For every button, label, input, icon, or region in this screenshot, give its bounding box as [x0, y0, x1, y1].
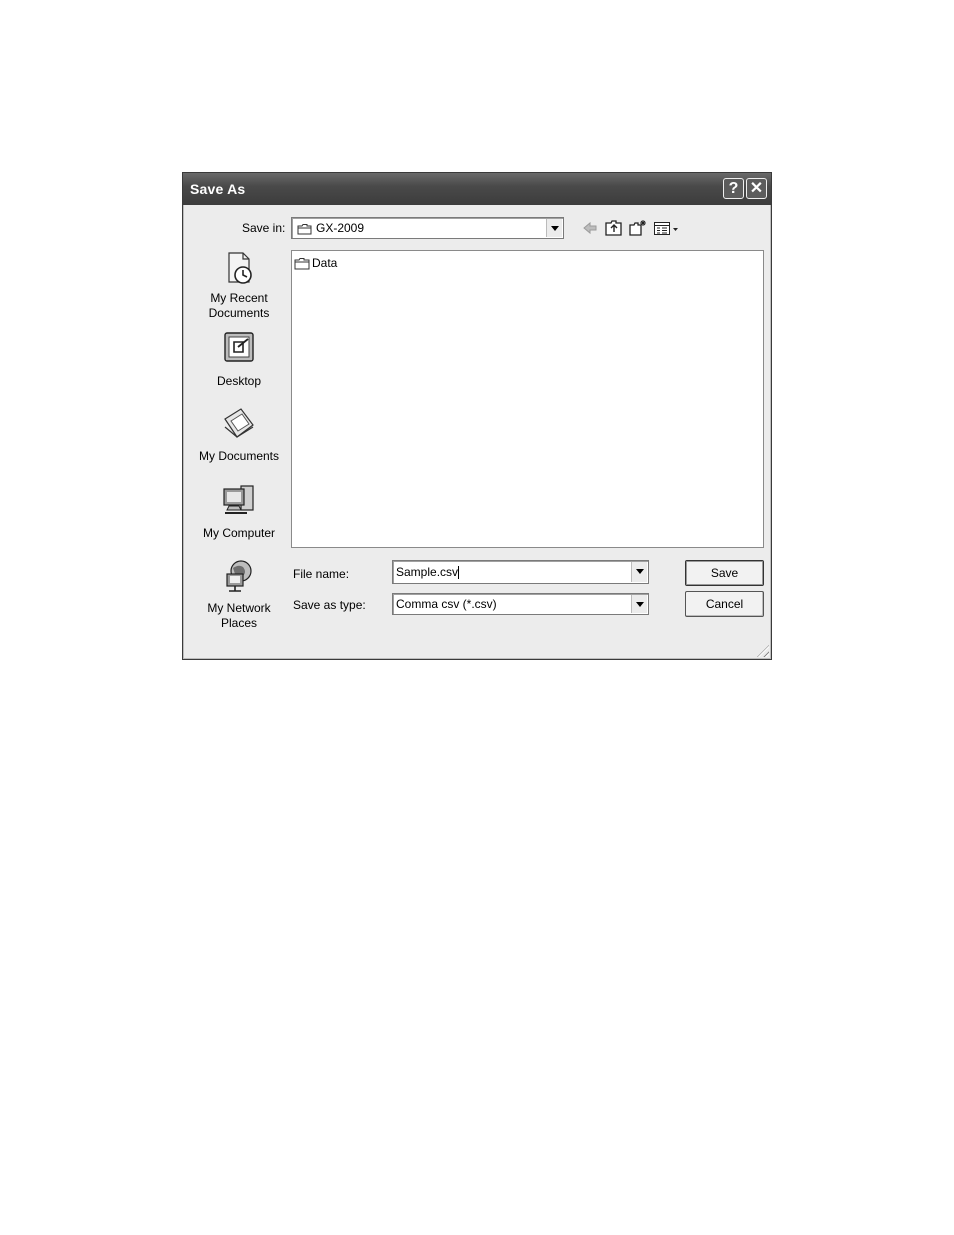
folder-icon — [297, 224, 312, 235]
save-as-type-dropdown[interactable]: Comma csv (*.csv) — [392, 593, 649, 615]
my-documents-icon — [224, 408, 254, 438]
save-as-type-label: Save as type: — [293, 598, 366, 612]
file-list[interactable]: Data — [291, 250, 764, 548]
save-button[interactable]: Save — [685, 560, 764, 586]
save-in-dropdown[interactable]: GX-2009 — [291, 217, 564, 239]
chevron-down-icon[interactable] — [631, 562, 647, 582]
place-label: Desktop — [216, 374, 262, 388]
back-arrow-icon[interactable] — [581, 219, 599, 237]
place-desktop[interactable]: Desktop — [191, 330, 287, 389]
place-my-recent-documents[interactable]: My Recent Documents — [191, 250, 287, 321]
file-name: Data — [312, 256, 338, 270]
help-button[interactable]: ? — [723, 178, 744, 199]
title-bar[interactable]: Save As ? ✕ — [183, 173, 771, 205]
my-computer-icon — [223, 485, 254, 514]
place-my-computer[interactable]: My Computer — [191, 482, 287, 541]
list-item[interactable]: Data — [294, 256, 337, 270]
close-button[interactable]: ✕ — [746, 178, 767, 199]
file-name-label: File name: — [293, 567, 350, 581]
file-name-field[interactable]: Sample.csv — [392, 560, 649, 584]
resize-grip[interactable] — [757, 645, 769, 657]
save-in-value: GX-2009 — [316, 221, 365, 235]
place-label: My Computer — [202, 526, 276, 540]
place-label: My Recent Documents — [208, 291, 270, 320]
file-name-value: Sample.csv — [396, 565, 459, 579]
cancel-button[interactable]: Cancel — [685, 591, 764, 617]
chevron-down-icon[interactable] — [631, 595, 647, 613]
new-folder-icon[interactable] — [628, 219, 648, 237]
place-my-network-places[interactable]: My Network Places — [191, 558, 287, 631]
text-caret — [458, 566, 460, 580]
network-places-icon — [226, 560, 252, 592]
place-label: My Network Places — [207, 601, 271, 630]
desktop-icon — [224, 332, 254, 362]
dialog-title: Save As — [190, 181, 246, 197]
up-folder-icon[interactable] — [604, 219, 624, 237]
save-as-type-value: Comma csv (*.csv) — [396, 597, 497, 611]
save-in-label: Save in: — [242, 221, 286, 235]
recent-documents-icon — [228, 252, 252, 284]
save-as-dialog: Save As ? ✕ Save in: GX-2009 My Recent D… — [182, 172, 772, 660]
chevron-down-icon[interactable] — [546, 219, 562, 237]
folder-icon — [294, 257, 310, 269]
place-label: My Documents — [198, 449, 280, 463]
views-menu-icon[interactable] — [653, 219, 681, 237]
place-my-documents[interactable]: My Documents — [191, 405, 287, 464]
